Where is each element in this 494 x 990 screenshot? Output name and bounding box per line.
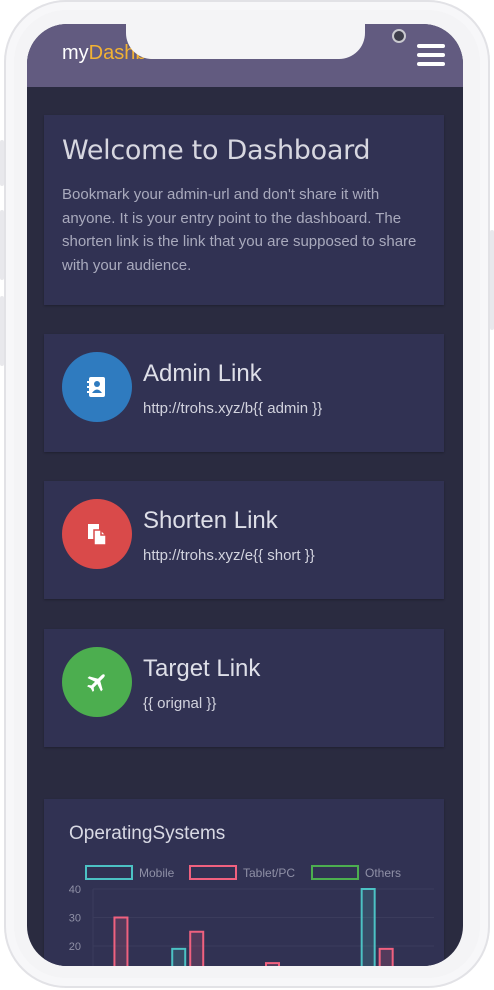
- shorten-link-card: Shorten Link http://trohs.xyz/e{{ short …: [44, 481, 444, 599]
- legend-swatch: [189, 865, 237, 880]
- chart-bar: [171, 947, 187, 966]
- legend-label: Tablet/PC: [243, 866, 295, 880]
- operating-systems-chart: Mobile Tablet/PC Others 40 30 20: [69, 865, 434, 966]
- y-tick-label: 20: [69, 941, 81, 953]
- camera-icon: [392, 29, 406, 43]
- target-link-title: Target Link: [143, 655, 261, 682]
- brand-prefix: my: [62, 42, 89, 64]
- shorten-link-title: Shorten Link: [143, 507, 278, 534]
- chart-bar: [265, 962, 280, 966]
- y-tick-label: 30: [69, 913, 81, 925]
- operating-systems-chart-card: OperatingSystems Mobile Tablet/PC Others 40…: [44, 799, 444, 966]
- phone-side-button: [490, 230, 494, 330]
- chart-bar: [378, 947, 394, 966]
- admin-link-card: Admin Link http://trohs.xyz/b{{ admin }}: [44, 334, 444, 452]
- target-link-url[interactable]: {{ orignal }}: [143, 695, 216, 712]
- phone-side-button: [0, 296, 4, 366]
- admin-link-icon-circle: [62, 352, 132, 422]
- welcome-text: Bookmark your admin-url and don't share …: [62, 186, 417, 274]
- shorten-link-icon-circle: [62, 499, 132, 569]
- legend-label: Mobile: [139, 866, 175, 880]
- admin-link-url[interactable]: http://trohs.xyz/b{{ admin }}: [143, 400, 322, 417]
- target-link-card: Target Link {{ orignal }}: [44, 629, 444, 747]
- welcome-card: Welcome to Dashboard Bookmark your admin…: [44, 115, 444, 305]
- target-link-icon-circle: [62, 647, 132, 717]
- chart-bar: [113, 916, 129, 966]
- airplane-icon: [87, 674, 105, 692]
- contact-book-icon: [87, 377, 105, 397]
- chart-bar: [360, 888, 376, 966]
- phone-side-button: [0, 140, 4, 186]
- phone-screen: myDashboard Welcome to Dashboard Bookmar…: [27, 24, 463, 966]
- copy-document-icon: [88, 524, 107, 546]
- welcome-title: Welcome to Dashboard: [62, 135, 371, 166]
- phone-side-button: [0, 210, 4, 280]
- hamburger-menu-icon[interactable]: [417, 44, 445, 66]
- chart-bar: [189, 930, 205, 966]
- y-tick-label: 40: [69, 884, 81, 896]
- admin-link-title: Admin Link: [143, 360, 262, 387]
- shorten-link-url[interactable]: http://trohs.xyz/e{{ short }}: [143, 547, 315, 564]
- legend-swatch: [85, 865, 133, 880]
- phone-notch: [126, 24, 406, 59]
- legend-swatch: [311, 865, 359, 880]
- legend-label: Others: [365, 866, 401, 880]
